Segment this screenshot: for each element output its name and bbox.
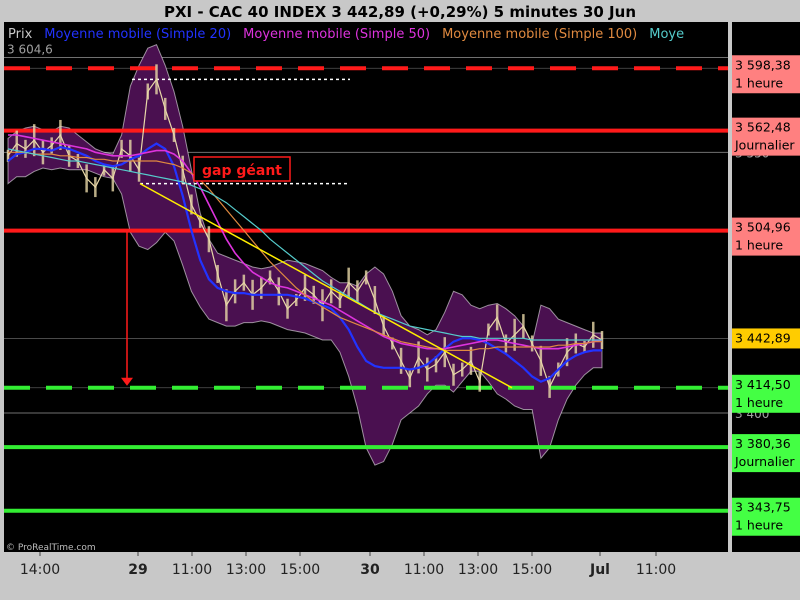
x-tick-label: 29 [128, 562, 147, 578]
annotation-text: gap géant [202, 163, 282, 179]
x-tick-label: 14:00 [20, 562, 60, 578]
x-tick-label: 30 [360, 562, 380, 578]
legend-item: Moyenne mobile (Simple 50) [243, 27, 430, 42]
legend-item: Moyenne mobile (Simple 20) [44, 27, 231, 42]
level-timeframe: Journalier [734, 138, 795, 153]
level-timeframe: 1 heure [735, 518, 783, 533]
level-timeframe: 1 heure [735, 75, 783, 90]
level-value: 3 414,50 [735, 377, 791, 392]
level-value: 3 343,75 [735, 500, 791, 515]
level-value: 3 380,36 [735, 436, 791, 451]
x-tick-label: 11:00 [172, 562, 212, 578]
level-value: 3 442,89 [735, 330, 791, 345]
level-timeframe: 1 heure [735, 238, 783, 253]
legend-item: Moye [649, 27, 684, 42]
x-tick-label: Jul [589, 562, 610, 578]
x-tick-label: 13:00 [458, 562, 498, 578]
price-axis [732, 22, 800, 552]
level-value: 3 504,96 [735, 220, 791, 235]
x-tick-label: 15:00 [280, 562, 320, 578]
level-value: 3 562,48 [735, 120, 791, 135]
level-timeframe: Journalier [734, 454, 795, 469]
price-chart[interactable]: Prix Moyenne mobile (Simple 20) Moyenne mo… [0, 0, 800, 600]
y-tick-label: 3 604,6 [7, 42, 53, 56]
x-tick-label: 11:00 [636, 562, 676, 578]
level-value: 3 598,38 [735, 57, 791, 72]
x-tick-label: 13:00 [226, 562, 266, 578]
level-timeframe: 1 heure [735, 395, 783, 410]
legend-item: Moyenne mobile (Simple 100) [442, 27, 637, 42]
legend-item: Prix [8, 27, 33, 42]
x-tick-label: 11:00 [404, 562, 444, 578]
watermark: © ProRealTime.com [6, 543, 96, 553]
x-tick-label: 15:00 [512, 562, 552, 578]
